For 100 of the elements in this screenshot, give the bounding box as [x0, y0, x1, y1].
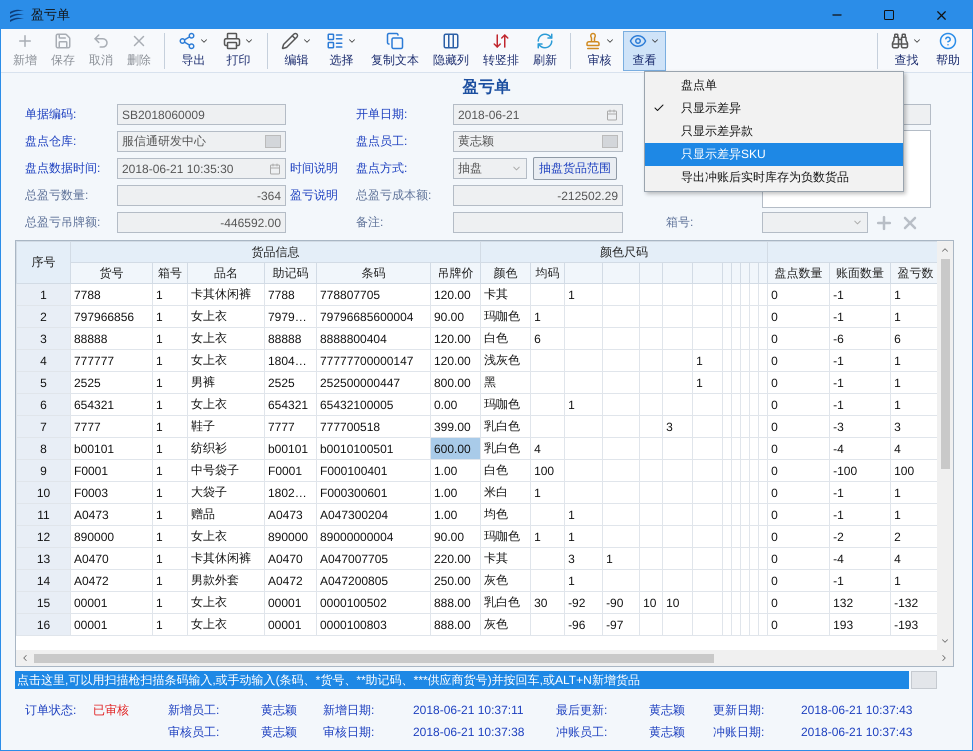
- table-cell: 220.00: [430, 548, 481, 570]
- table-cell: F000100401: [316, 460, 430, 482]
- table-cell: 00001: [70, 592, 152, 614]
- toolbar-button[interactable]: 编辑: [275, 30, 318, 70]
- table-cell: 890000: [264, 526, 316, 548]
- maximize-icon[interactable]: [883, 9, 895, 21]
- table-cell: 0: [768, 482, 830, 504]
- date-field[interactable]: 2018-06-21: [453, 104, 623, 125]
- table-cell: 00001: [264, 614, 316, 636]
- diff-note-link[interactable]: 盈亏说明: [286, 187, 356, 204]
- toolbar-button[interactable]: 选择: [320, 30, 363, 70]
- refresh-icon: [536, 32, 554, 50]
- toolbar-button[interactable]: 查找: [885, 30, 928, 70]
- column-header: 箱号: [152, 262, 188, 284]
- table-cell: -4: [830, 438, 891, 460]
- horizontal-scrollbar[interactable]: [16, 650, 953, 666]
- table-cell: 卡其休闲裤: [188, 284, 264, 306]
- table-cell: -2: [830, 526, 891, 548]
- column-header: 均码: [530, 262, 565, 284]
- table-cell: 1: [152, 394, 188, 416]
- lookup-field[interactable]: 黄志颖: [453, 131, 623, 152]
- table-cell: 1: [564, 394, 603, 416]
- copy-icon: [386, 32, 404, 50]
- table-cell: 0: [768, 328, 830, 350]
- menu-item[interactable]: 导出冲账后实时库存为负数货品: [645, 166, 903, 189]
- table-cell: 1: [152, 548, 188, 570]
- table-cell: 0: [768, 570, 830, 592]
- table-cell: 0: [768, 394, 830, 416]
- toolbar-button[interactable]: 刷新: [527, 30, 563, 70]
- toolbar-button[interactable]: 查看: [623, 30, 666, 70]
- table-cell: 0: [768, 504, 830, 526]
- table-cell: 0: [768, 306, 830, 328]
- table-cell: 30: [530, 592, 565, 614]
- table-cell: 0: [768, 416, 830, 438]
- column-header: 助记码: [264, 262, 316, 284]
- scan-input-bar[interactable]: 点击这里,可以用扫描枪扫描条码输入,或手动输入(条码、*货号、**助记码、***供应商货号)并按回车,或ALT+N新增货品: [15, 671, 909, 689]
- table-cell: 1: [152, 460, 188, 482]
- lookup-field[interactable]: 服信通研发中心: [117, 131, 286, 152]
- menu-item[interactable]: 只显示差异: [645, 97, 903, 120]
- info-label: 更新日期:: [713, 702, 766, 718]
- toolbar-button[interactable]: 帮助: [930, 30, 966, 70]
- input-field[interactable]: [453, 212, 623, 233]
- menu-item[interactable]: 只显示差异款: [645, 120, 903, 143]
- table-cell: 纺织衫: [188, 438, 264, 460]
- list-icon: [326, 32, 344, 50]
- table-cell: 乳白色: [480, 438, 531, 460]
- toolbar-button[interactable]: 审核: [578, 30, 621, 70]
- table-cell: 120.00: [430, 350, 481, 372]
- table-cell: A047300204: [316, 504, 430, 526]
- toolbar-button[interactable]: 复制文本: [365, 30, 425, 70]
- table-cell: 乳白色: [480, 416, 531, 438]
- table-cell: 2: [890, 526, 937, 548]
- table-cell: 1: [152, 438, 188, 460]
- table-cell: 女上衣: [188, 394, 264, 416]
- table-cell: 1: [152, 350, 188, 372]
- table-cell: 3: [564, 548, 603, 570]
- toolbar-button[interactable]: 隐藏列: [427, 30, 475, 70]
- info-value: 黄志颖: [649, 724, 686, 740]
- time-note-link[interactable]: 时间说明: [286, 160, 356, 177]
- input-field[interactable]: -364: [117, 185, 286, 206]
- row-number: 6: [16, 394, 70, 416]
- info-label: 审核员工:: [168, 724, 220, 740]
- eye-icon: [629, 32, 647, 50]
- table-cell: 0: [768, 526, 830, 548]
- toolbar-button[interactable]: 导出: [172, 30, 215, 70]
- date-field[interactable]: 2018-06-21 10:35:30: [117, 158, 286, 179]
- table-cell: -1: [830, 504, 891, 526]
- table-cell: -92: [564, 592, 603, 614]
- table-cell: 120.00: [430, 284, 481, 306]
- toolbar-button[interactable]: 转竖排: [477, 30, 525, 70]
- select-field[interactable]: [762, 212, 868, 233]
- table-cell: -1: [830, 372, 891, 394]
- input-field[interactable]: SB2018060009: [117, 104, 286, 125]
- table-cell: 1: [890, 504, 937, 526]
- table-cell: 88888: [70, 328, 152, 350]
- table-cell: 均色: [480, 504, 531, 526]
- table-cell: 2525: [264, 372, 316, 394]
- table-cell: 1: [530, 482, 565, 504]
- range-button[interactable]: 抽盘货品范围: [533, 157, 617, 180]
- table-cell: 399.00: [430, 416, 481, 438]
- row-number: 4: [16, 350, 70, 372]
- menu-item[interactable]: 只显示差异SKU: [645, 143, 903, 166]
- group-header: 货品信息: [70, 242, 481, 262]
- table-cell: 7788: [70, 284, 152, 306]
- table-cell: 10: [662, 592, 693, 614]
- select-field[interactable]: 抽盘: [453, 158, 527, 179]
- input-field[interactable]: -212502.29: [453, 185, 623, 206]
- toolbar-button[interactable]: 打印: [217, 30, 260, 70]
- table-cell: 90.00: [430, 306, 481, 328]
- menu-item[interactable]: 盘点单: [645, 74, 903, 97]
- table-cell: 252500000447: [316, 372, 430, 394]
- row-number: 11: [16, 504, 70, 526]
- table-cell: 0.00: [430, 394, 481, 416]
- table-cell: 0: [768, 284, 830, 306]
- vertical-scrollbar[interactable]: [937, 241, 953, 650]
- table-cell: 6: [890, 328, 937, 350]
- table-cell: 女上衣: [188, 526, 264, 548]
- input-field[interactable]: -446592.00: [117, 212, 286, 233]
- table-cell: 8888800404: [316, 328, 430, 350]
- table-cell: -97: [602, 614, 640, 636]
